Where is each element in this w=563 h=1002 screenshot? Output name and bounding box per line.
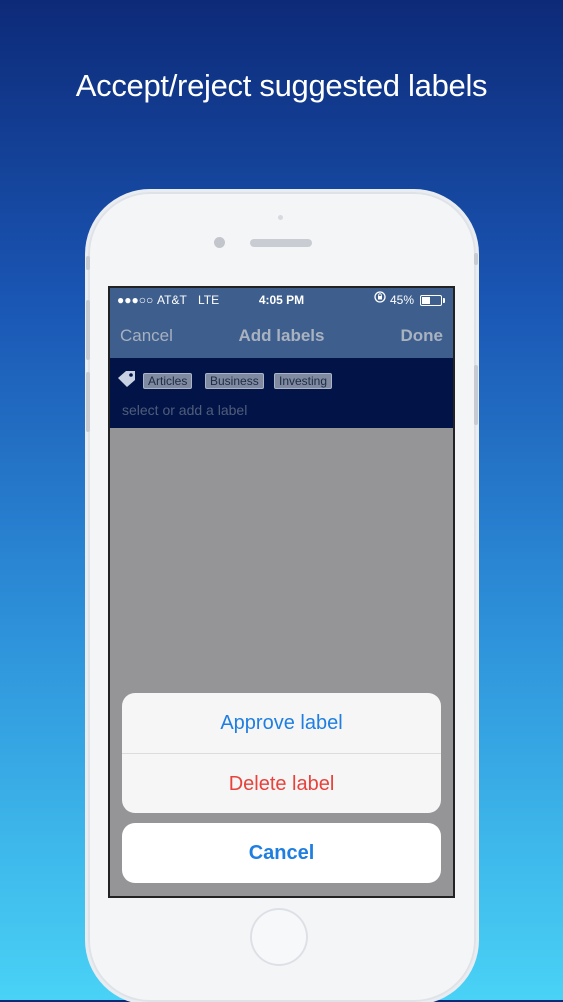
label-input[interactable]: select or add a label (122, 402, 247, 418)
proximity-sensor (278, 215, 283, 220)
front-camera (214, 237, 225, 248)
volume-down-button (86, 372, 90, 432)
tag-icon (117, 370, 137, 393)
headline: Accept/reject suggested labels (75, 68, 488, 103)
label-chip-business[interactable]: Business (205, 373, 264, 389)
navigation-bar: Cancel Add labels Done (110, 312, 453, 358)
mute-switch (86, 256, 90, 270)
status-bar: ●●●○○ AT&T LTE 4:05 PM 45% (110, 288, 453, 312)
battery-icon (420, 295, 445, 306)
battery-percent: 45% (390, 293, 415, 307)
nav-done-button[interactable]: Done (401, 326, 444, 346)
antenna-band (474, 253, 478, 265)
rotation-lock-icon (374, 291, 386, 306)
action-sheet: Approve label Delete label (122, 693, 441, 813)
delete-label-button[interactable]: Delete label (122, 753, 441, 813)
power-button (474, 365, 478, 425)
label-chip-articles[interactable]: Articles (143, 373, 193, 389)
action-sheet-cancel-button[interactable]: Cancel (122, 823, 441, 883)
label-chip-investing[interactable]: Investing (274, 373, 333, 389)
phone-screen: ●●●○○ AT&T LTE 4:05 PM 45% Cancel Add la… (110, 288, 453, 896)
earpiece-speaker (250, 239, 312, 247)
label-editor: Articles Business Investing select or ad… (110, 358, 453, 428)
volume-up-button (86, 300, 90, 360)
home-button[interactable] (250, 908, 308, 966)
approve-label-button[interactable]: Approve label (122, 693, 441, 753)
